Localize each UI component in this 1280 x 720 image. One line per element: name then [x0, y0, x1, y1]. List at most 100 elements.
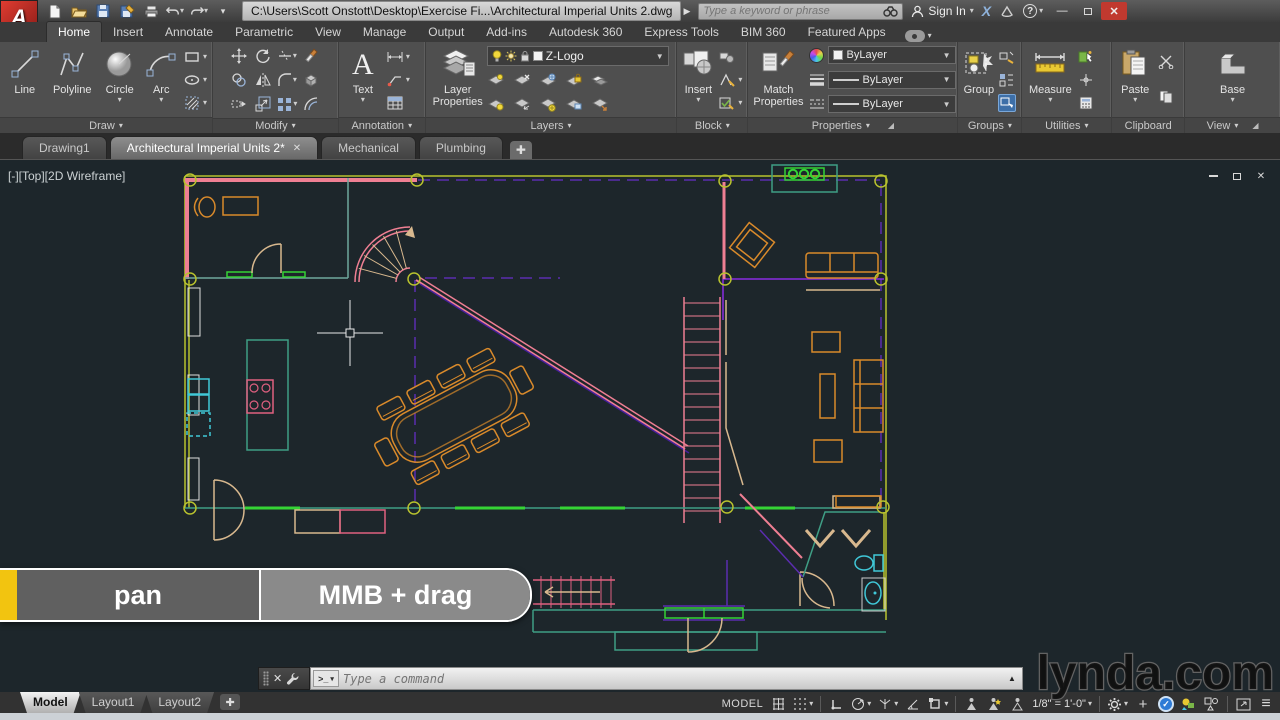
- layer-off-current-button[interactable]: [591, 95, 609, 113]
- command-line-handle[interactable]: ✕: [258, 667, 310, 690]
- chevron-down-icon[interactable]: ▾: [1124, 700, 1128, 708]
- layer-off-button[interactable]: [487, 72, 505, 90]
- ungroup-button[interactable]: [998, 48, 1016, 66]
- rotate-button[interactable]: [251, 44, 275, 68]
- close-command-line-button[interactable]: ✕: [273, 672, 282, 685]
- properties-panel-label[interactable]: Properties ▾ ◢: [748, 117, 958, 133]
- layer-dropdown[interactable]: Z-Logo ▼: [486, 46, 669, 66]
- tab-bim-360[interactable]: BIM 360: [730, 22, 797, 42]
- leader-button[interactable]: ▾: [386, 71, 410, 89]
- group-edit-button[interactable]: [998, 71, 1016, 89]
- object-visibility-button[interactable]: [1202, 694, 1222, 714]
- tab-featured-apps[interactable]: Featured Apps: [797, 22, 897, 42]
- exchange-apps-icon[interactable]: X: [982, 3, 991, 19]
- drawing-minimize-button[interactable]: [1206, 170, 1220, 182]
- layer-isolate-button[interactable]: [513, 72, 531, 90]
- file-tab-architectural[interactable]: Architectural Imperial Units 2* ✕: [109, 136, 319, 159]
- lineweight-list-icon[interactable]: [808, 71, 826, 89]
- layer-properties-button[interactable]: Layer Properties: [429, 44, 487, 115]
- erase-button[interactable]: [299, 44, 323, 68]
- wrench-customize-icon[interactable]: [286, 672, 299, 685]
- minimize-button[interactable]: —: [1049, 2, 1075, 20]
- scale-button[interactable]: [251, 92, 275, 116]
- annotation-panel-label[interactable]: Annotation ▾: [338, 117, 425, 133]
- rectangle-button[interactable]: ▾: [183, 48, 207, 66]
- offset-button[interactable]: [299, 92, 323, 116]
- restore-button[interactable]: [1075, 2, 1101, 20]
- close-button[interactable]: ✕: [1101, 2, 1128, 20]
- linetype-dropdown[interactable]: ByLayer ▼: [827, 95, 956, 113]
- command-prompt-icon[interactable]: >_ ▾: [313, 670, 339, 687]
- chevron-down-icon[interactable]: ▾: [944, 700, 948, 708]
- annotation-monitor-button[interactable]: +: [1133, 694, 1153, 714]
- quick-calc-button[interactable]: [1077, 94, 1095, 112]
- annotation-autoscale-toggle[interactable]: [984, 694, 1004, 714]
- view-panel-label[interactable]: View ▾ ◢: [1185, 117, 1280, 133]
- block-editor-button[interactable]: ▾: [718, 94, 742, 112]
- chevron-down-icon[interactable]: ▾: [1088, 700, 1092, 708]
- lineweight-dropdown[interactable]: ByLayer ▼: [827, 70, 956, 89]
- layout-tab-layout1[interactable]: Layout1: [79, 692, 148, 713]
- copy-button[interactable]: [227, 68, 251, 92]
- save-button[interactable]: [94, 3, 112, 20]
- ellipse-button[interactable]: ▾: [183, 71, 207, 89]
- layer-thaw-button[interactable]: [565, 95, 583, 113]
- redo-button[interactable]: ▾: [190, 3, 208, 20]
- group-selection-toggle[interactable]: [998, 93, 1017, 112]
- new-layout-button[interactable]: ✚: [220, 694, 241, 710]
- utilities-panel-label[interactable]: Utilities ▾: [1022, 117, 1112, 133]
- panel-expand-icon[interactable]: ◢: [1252, 121, 1258, 130]
- file-tab-plumbing[interactable]: Plumbing: [418, 136, 503, 159]
- viewport-controls-label[interactable]: [-][Top][2D Wireframe]: [8, 169, 125, 183]
- close-tab-icon[interactable]: ✕: [293, 143, 301, 154]
- color-wheel-icon[interactable]: [808, 46, 826, 64]
- arc-button[interactable]: Arc ▾: [141, 44, 181, 115]
- layer-match-button[interactable]: [590, 72, 609, 90]
- object-snap-tracking-toggle[interactable]: [903, 694, 923, 714]
- tab-express-tools[interactable]: Express Tools: [633, 22, 729, 42]
- line-button[interactable]: Line: [3, 44, 47, 115]
- isometric-drafting-toggle[interactable]: ▾: [876, 694, 900, 714]
- workspace-switching-button[interactable]: ▾: [1105, 694, 1130, 714]
- drawing-restore-button[interactable]: [1230, 170, 1244, 182]
- panel-expand-icon[interactable]: ◢: [888, 121, 894, 130]
- tab-view[interactable]: View: [304, 22, 352, 42]
- command-line-bar[interactable]: ✕ >_▾ ▲: [258, 667, 1023, 690]
- clean-screen-button[interactable]: [1233, 694, 1253, 714]
- screencast-button[interactable]: ▾: [904, 30, 932, 42]
- create-block-button[interactable]: [718, 48, 742, 66]
- annotation-visibility-toggle[interactable]: [961, 694, 981, 714]
- id-point-button[interactable]: [1077, 48, 1095, 66]
- hatch-button[interactable]: ▾: [183, 94, 207, 112]
- new-drawing-tab-button[interactable]: ✚: [509, 141, 532, 159]
- snap-mode-toggle[interactable]: ▾: [791, 694, 815, 714]
- groups-panel-label[interactable]: Groups ▾: [958, 117, 1022, 133]
- layout-tab-model[interactable]: Model: [20, 692, 81, 713]
- tab-home[interactable]: Home: [46, 21, 103, 42]
- customization-menu-button[interactable]: ≡: [1256, 694, 1276, 714]
- chevron-down-icon[interactable]: ▾: [809, 700, 813, 708]
- ortho-mode-toggle[interactable]: [826, 694, 846, 714]
- polar-tracking-toggle[interactable]: ▾: [849, 694, 873, 714]
- layer-unlock-button[interactable]: [539, 95, 557, 113]
- tab-output[interactable]: Output: [417, 22, 475, 42]
- graphics-performance-button[interactable]: ✓: [1156, 694, 1176, 714]
- annotation-scale-value[interactable]: 1/8" = 1'-0" ▾: [1030, 694, 1094, 714]
- model-space-toggle[interactable]: MODEL: [720, 694, 766, 714]
- recent-commands-icon[interactable]: ▲: [1004, 674, 1020, 683]
- chevron-down-icon[interactable]: ▾: [894, 700, 898, 708]
- draw-panel-label[interactable]: Draw ▾: [0, 117, 212, 133]
- insert-block-button[interactable]: Insert ▾: [680, 44, 716, 115]
- help-button[interactable]: ? ▾: [1023, 4, 1043, 18]
- polyline-button[interactable]: Polyline: [47, 44, 98, 115]
- move-button[interactable]: [227, 44, 251, 68]
- copy-clip-button[interactable]: [1157, 88, 1175, 106]
- file-tab-drawing1[interactable]: Drawing1: [22, 136, 107, 159]
- fillet-button[interactable]: ▾: [275, 68, 299, 92]
- tab-parametric[interactable]: Parametric: [224, 22, 304, 42]
- a360-icon[interactable]: [999, 5, 1015, 17]
- object-color-dropdown[interactable]: ByLayer ▼: [827, 46, 956, 64]
- group-button[interactable]: Group: [961, 44, 996, 115]
- block-panel-label[interactable]: Block ▾: [677, 117, 748, 133]
- binoculars-search-icon[interactable]: [883, 5, 899, 17]
